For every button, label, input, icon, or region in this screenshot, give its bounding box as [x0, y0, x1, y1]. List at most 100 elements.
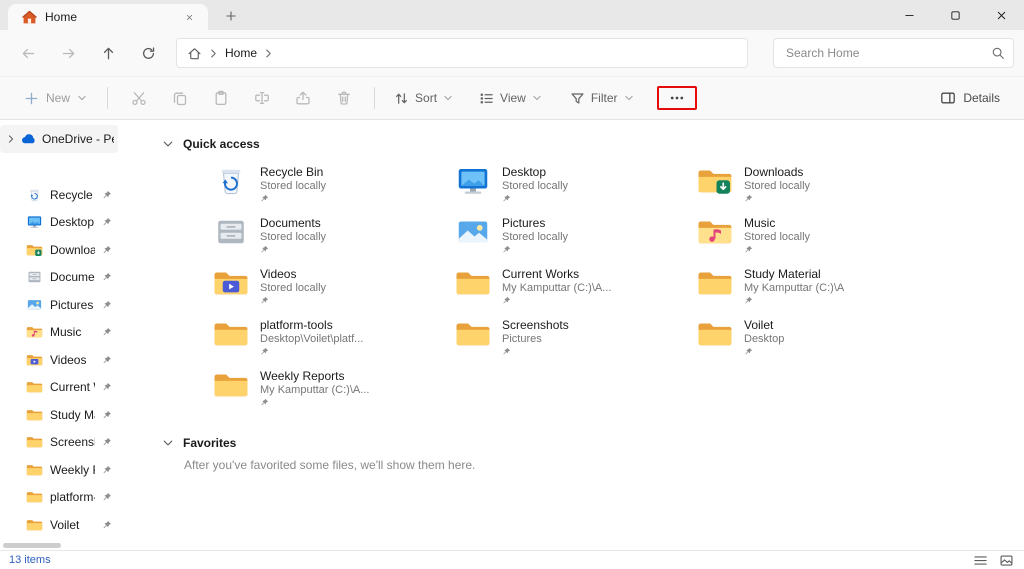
quick-access-item-videos[interactable]: Videos Stored locally: [213, 267, 455, 318]
filter-button[interactable]: Filter: [561, 85, 643, 112]
videos-icon: [213, 268, 249, 298]
sort-button[interactable]: Sort: [385, 85, 462, 112]
home-icon[interactable]: [187, 46, 202, 61]
scrollbar-thumb[interactable]: [3, 543, 61, 548]
pin-icon: [502, 347, 511, 356]
details-button[interactable]: Details: [930, 84, 1010, 112]
minimize-icon: [903, 9, 916, 22]
sidebar-item-weekly-reports[interactable]: Weekly Reports: [0, 456, 118, 484]
sidebar-item-music[interactable]: Music: [0, 319, 118, 347]
forward-button[interactable]: [50, 37, 86, 69]
sort-button-label: Sort: [415, 91, 437, 105]
quick-access-item-weekly-reports[interactable]: Weekly Reports My Kamputtar (C:)\A...: [213, 369, 455, 420]
see-more-button[interactable]: [660, 89, 694, 107]
quick-access-item-recycle-bin[interactable]: Recycle Bin Stored locally: [213, 165, 455, 216]
section-title: Quick access: [183, 137, 260, 151]
search-box[interactable]: [773, 38, 1014, 68]
desktop-icon: [455, 166, 491, 196]
music-icon: [26, 325, 43, 339]
chevron-down-icon: [443, 93, 453, 103]
sidebar-item-label: Screenshots: [50, 435, 95, 449]
pin-icon: [260, 347, 269, 356]
share-button[interactable]: [282, 82, 323, 114]
sidebar-item-study-material[interactable]: Study Materi: [0, 401, 118, 429]
quick-access-item-music[interactable]: Music Stored locally: [697, 216, 939, 267]
sidebar-item-documents[interactable]: Documents: [0, 264, 118, 292]
cut-button[interactable]: [118, 82, 159, 114]
sidebar-item-current-work[interactable]: Current Work: [0, 374, 118, 402]
chevron-right-icon[interactable]: [208, 48, 219, 59]
filter-button-label: Filter: [591, 91, 618, 105]
maximize-button[interactable]: [932, 0, 978, 30]
item-detail: Stored locally: [502, 179, 568, 193]
favorites-header[interactable]: Favorites: [162, 436, 1024, 450]
search-input[interactable]: [786, 46, 991, 60]
sidebar-item-onedrive[interactable]: OneDrive - Pers: [0, 125, 118, 153]
chevron-down-icon[interactable]: [162, 138, 174, 150]
chevron-down-icon[interactable]: [162, 437, 174, 449]
item-detail: Pictures: [502, 332, 569, 346]
quick-access-grid: Recycle Bin Stored locally Desktop Store…: [213, 165, 1024, 420]
address-bar[interactable]: Home: [176, 38, 748, 68]
quick-access-header[interactable]: Quick access: [162, 137, 1024, 151]
large-icons-view-toggle[interactable]: [997, 552, 1015, 568]
sidebar-item-desktop[interactable]: Desktop: [0, 209, 118, 237]
view-button[interactable]: View: [470, 85, 551, 112]
onedrive-cloud-icon: [21, 131, 37, 147]
forward-arrow-icon: [61, 46, 76, 61]
quick-access-item-voilet[interactable]: Voilet Desktop: [697, 318, 939, 369]
new-button[interactable]: New: [14, 85, 97, 112]
item-detail: My Kamputtar (C:)\A: [744, 281, 844, 295]
item-detail: Stored locally: [260, 281, 326, 295]
refresh-button[interactable]: [130, 37, 166, 69]
expand-chevron-icon[interactable]: [6, 134, 16, 144]
close-window-button[interactable]: [978, 0, 1024, 30]
quick-access-item-platform-tools[interactable]: platform-tools Desktop\Voilet\platf...: [213, 318, 455, 369]
rename-button[interactable]: [241, 82, 282, 114]
up-button[interactable]: [90, 37, 126, 69]
folder-icon: [697, 268, 733, 298]
copy-button[interactable]: [159, 82, 200, 114]
tab-close-button[interactable]: [178, 7, 200, 27]
sidebar-item-videos[interactable]: Videos: [0, 346, 118, 374]
paste-button[interactable]: [200, 82, 241, 114]
back-button[interactable]: [10, 37, 46, 69]
details-view-toggle[interactable]: [971, 552, 989, 568]
pin-icon: [744, 245, 753, 254]
quick-access-item-screenshots[interactable]: Screenshots Pictures: [455, 318, 697, 369]
sidebar-item-platform-tools[interactable]: platform-tools: [0, 484, 118, 512]
quick-access-item-current-works[interactable]: Current Works My Kamputtar (C:)\A...: [455, 267, 697, 318]
sidebar-item-downloads[interactable]: Downloads: [0, 236, 118, 264]
breadcrumb-home[interactable]: Home: [225, 46, 257, 60]
sidebar-item-pictures[interactable]: Pictures: [0, 291, 118, 319]
explorer-tab-home[interactable]: Home: [8, 4, 208, 30]
navigation-bar: Home: [0, 30, 1024, 76]
sidebar-horizontal-scrollbar[interactable]: [3, 543, 113, 549]
quick-access-item-desktop[interactable]: Desktop Stored locally: [455, 165, 697, 216]
delete-button[interactable]: [323, 82, 364, 114]
item-name: Study Material: [744, 267, 844, 281]
rename-icon: [254, 90, 270, 106]
new-button-label: New: [46, 91, 70, 105]
home-tab-icon: [22, 10, 37, 25]
quick-access-item-downloads[interactable]: Downloads Stored locally: [697, 165, 939, 216]
new-tab-button[interactable]: [220, 6, 242, 26]
minimize-button[interactable]: [886, 0, 932, 30]
item-name: Pictures: [502, 216, 568, 230]
chevron-right-icon[interactable]: [263, 48, 274, 59]
sidebar-item-recycle-bin[interactable]: Recycle Bin: [0, 181, 118, 209]
quick-access-item-pictures[interactable]: Pictures Stored locally: [455, 216, 697, 267]
item-detail: My Kamputtar (C:)\A...: [260, 383, 369, 397]
tab-title: Home: [45, 10, 170, 24]
folder-icon: [26, 380, 43, 394]
sidebar-item-screenshots[interactable]: Screenshots: [0, 429, 118, 457]
chevron-down-icon: [532, 93, 542, 103]
section-title: Favorites: [183, 436, 236, 450]
pin-icon: [744, 296, 753, 305]
pin-icon: [502, 245, 511, 254]
quick-access-item-study-material[interactable]: Study Material My Kamputtar (C:)\A: [697, 267, 939, 318]
folder-icon: [213, 370, 249, 400]
sidebar-item-label: Downloads: [50, 243, 95, 257]
quick-access-item-documents[interactable]: Documents Stored locally: [213, 216, 455, 267]
sidebar-item-voilet[interactable]: Voilet: [0, 511, 118, 539]
